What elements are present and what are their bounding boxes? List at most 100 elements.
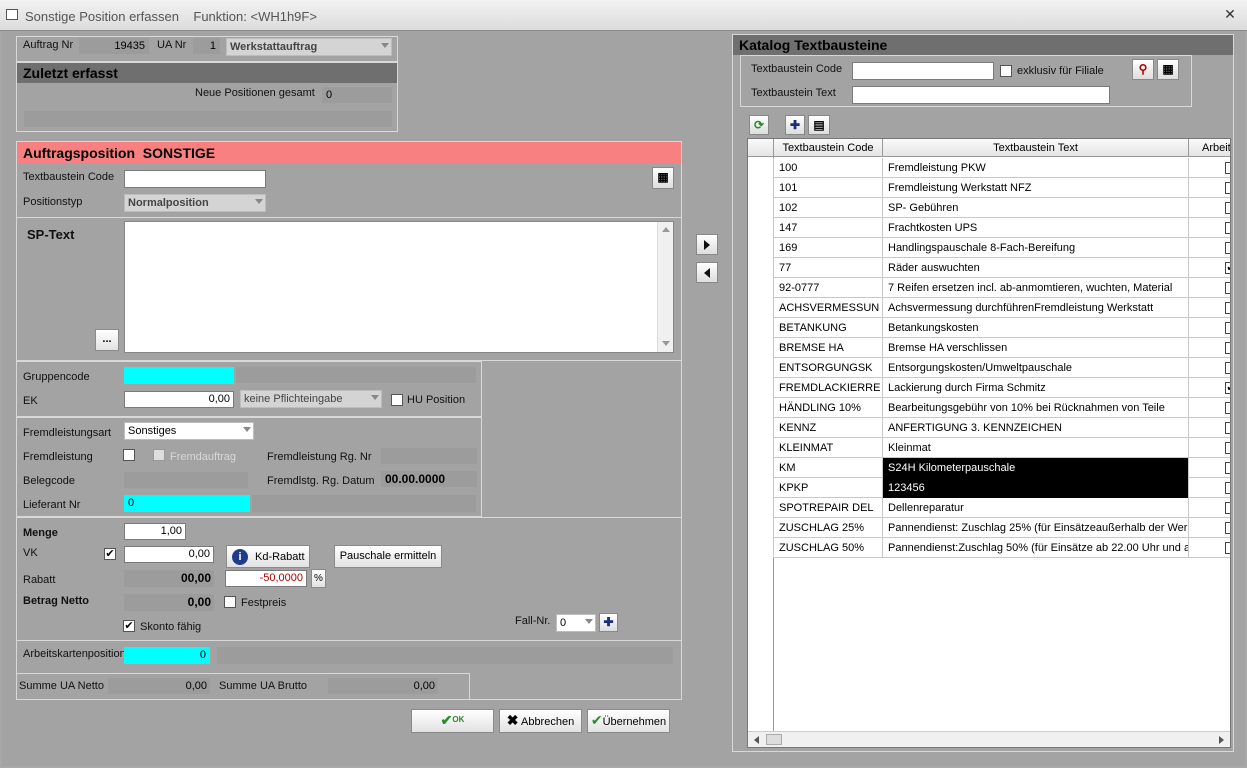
cell-code[interactable]: KENNZ — [774, 418, 883, 438]
cell-text[interactable]: Achsvermessung durchführenFremdleistung … — [883, 298, 1189, 318]
table-row[interactable]: BETANKUNG Betankungskosten — [748, 318, 1230, 338]
fremdauftrag-checkbox[interactable] — [153, 449, 165, 461]
cell-code[interactable]: 169 — [774, 238, 883, 258]
table-row[interactable]: ENTSORGUNGSK Entsorgungskosten/Umweltpaus… — [748, 358, 1230, 378]
akp-input[interactable]: 0 — [124, 647, 210, 664]
arbeit-checkbox[interactable]: ✔ — [1225, 262, 1230, 274]
refresh-button[interactable]: ⟳ — [749, 115, 769, 135]
row-indicator[interactable] — [748, 478, 774, 498]
cell-code[interactable]: ENTSORGUNGSK — [774, 358, 883, 378]
arbeit-checkbox[interactable] — [1225, 522, 1230, 534]
cell-arbeit[interactable] — [1189, 498, 1230, 518]
arbeit-checkbox[interactable] — [1225, 422, 1230, 434]
cell-arbeit[interactable] — [1189, 158, 1230, 178]
cell-code[interactable]: ZUSCHLAG 25% — [774, 518, 883, 538]
arbeit-checkbox[interactable] — [1225, 322, 1230, 334]
arbeit-checkbox[interactable] — [1225, 482, 1230, 494]
cell-arbeit[interactable] — [1189, 478, 1230, 498]
sptext-scrollbar[interactable] — [657, 222, 673, 352]
row-indicator[interactable] — [748, 258, 774, 278]
fall-select[interactable]: 0 — [556, 614, 596, 632]
columns-button[interactable]: ▤ — [808, 115, 830, 135]
ok-button[interactable]: ✔OK — [411, 709, 494, 733]
cell-arbeit[interactable] — [1189, 518, 1230, 538]
cell-text[interactable]: Pannendienst:Zuschlag 50% (für Einsätze … — [883, 538, 1189, 558]
add-button[interactable]: ✚ — [785, 115, 805, 135]
scroll-up-icon[interactable] — [662, 227, 670, 232]
scroll-left-icon[interactable] — [754, 736, 759, 744]
cell-arbeit[interactable] — [1189, 398, 1230, 418]
table-row[interactable]: 92-0777 7 Reifen ersetzen incl. ab-anmomt… — [748, 278, 1230, 298]
row-indicator[interactable] — [748, 338, 774, 358]
table-row[interactable]: 169 Handlingspauschale 8-Fach-Bereifung — [748, 238, 1230, 258]
cell-arbeit[interactable] — [1189, 218, 1230, 238]
table-row[interactable]: ACHSVERMESSUN Achsvermessung durchführenF… — [748, 298, 1230, 318]
cell-text[interactable]: Handlingspauschale 8-Fach-Bereifung — [883, 238, 1189, 258]
cell-text[interactable]: Fremdleistung PKW — [883, 158, 1189, 178]
table-row[interactable]: 77Räder auswuchten ✔ — [748, 258, 1230, 278]
katalog-grid-button[interactable]: ▦ — [1157, 59, 1179, 80]
table-row[interactable]: FREMDLACKIERRE Lackierung durch Firma Sch… — [748, 378, 1230, 398]
arbeit-checkbox[interactable] — [1225, 542, 1230, 554]
scroll-thumb[interactable] — [766, 734, 782, 745]
cell-code[interactable]: BREMSE HA — [774, 338, 883, 358]
table-row[interactable]: KM S24H Kilometerpauschale — [748, 458, 1230, 478]
cell-arbeit[interactable]: ✔ — [1189, 378, 1230, 398]
cell-code[interactable]: HÄNDLING 10% — [774, 398, 883, 418]
cell-text[interactable]: Bearbeitungsgebühr von 10% bei Rücknahme… — [883, 398, 1189, 418]
row-indicator[interactable] — [748, 538, 774, 558]
filter-text-input[interactable] — [852, 86, 1110, 104]
cell-arbeit[interactable] — [1189, 438, 1230, 458]
arbeit-checkbox[interactable] — [1225, 182, 1230, 194]
scroll-down-icon[interactable] — [662, 341, 670, 346]
cell-text[interactable]: Betankungskosten — [883, 318, 1189, 338]
cell-code[interactable]: 92-0777 — [774, 278, 883, 298]
positionstyp-select[interactable]: Normalposition — [124, 194, 266, 212]
sptext-more-button[interactable]: ... — [95, 329, 119, 351]
gruppencode-input[interactable] — [124, 367, 234, 384]
hu-position-checkbox[interactable] — [391, 394, 403, 406]
col-header-code[interactable]: Textbaustein Code — [774, 139, 883, 157]
table-row[interactable]: KENNZ ANFERTIGUNG 3. KENNZEICHEN — [748, 418, 1230, 438]
cell-code[interactable]: 77 — [774, 258, 883, 278]
arbeit-checkbox[interactable] — [1225, 342, 1230, 354]
fremdleistung-checkbox[interactable] — [123, 449, 135, 461]
menge-input[interactable]: 1,00 — [124, 523, 186, 540]
row-indicator[interactable] — [748, 218, 774, 238]
cell-code[interactable]: 101 — [774, 178, 883, 198]
cell-arbeit[interactable] — [1189, 238, 1230, 258]
arbeit-checkbox[interactable] — [1225, 162, 1230, 174]
cell-text[interactable]: Entsorgungskosten/Umweltpauschale — [883, 358, 1189, 378]
code-lookup-button[interactable]: ▦ — [652, 167, 674, 189]
skonto-checkbox[interactable]: ✔ — [123, 620, 135, 632]
row-indicator[interactable] — [748, 318, 774, 338]
table-row[interactable]: KLEINMAT Kleinmat — [748, 438, 1230, 458]
cell-arbeit[interactable] — [1189, 458, 1230, 478]
cell-text[interactable]: ANFERTIGUNG 3. KENNZEICHEN — [883, 418, 1189, 438]
arbeit-checkbox[interactable] — [1225, 222, 1230, 234]
row-indicator[interactable] — [748, 418, 774, 438]
ek-input[interactable]: 0,00 — [124, 391, 234, 408]
cell-text[interactable]: Lackierung durch Firma Schmitz — [883, 378, 1189, 398]
ek-pflicht-select[interactable]: keine Pflichteingabe — [240, 390, 382, 408]
row-indicator[interactable] — [748, 518, 774, 538]
row-indicator[interactable] — [748, 198, 774, 218]
cell-arbeit[interactable] — [1189, 278, 1230, 298]
cell-text[interactable]: SP- Gebühren — [883, 198, 1189, 218]
table-row[interactable]: 101 Fremdleistung Werkstatt NFZ — [748, 178, 1230, 198]
table-row[interactable]: 100 Fremdleistung PKW — [748, 158, 1230, 178]
cell-arbeit[interactable] — [1189, 198, 1230, 218]
cell-code[interactable]: 147 — [774, 218, 883, 238]
arbeit-checkbox[interactable] — [1225, 202, 1230, 214]
arbeit-checkbox[interactable] — [1225, 362, 1230, 374]
cell-text[interactable]: Frachtkosten UPS — [883, 218, 1189, 238]
row-indicator[interactable] — [748, 238, 774, 258]
cell-arbeit[interactable] — [1189, 418, 1230, 438]
cell-text[interactable]: Bremse HA verschlissen — [883, 338, 1189, 358]
cell-text[interactable]: Pannendienst: Zuschlag 25% (für Einsätze… — [883, 518, 1189, 538]
cell-arbeit[interactable] — [1189, 538, 1230, 558]
cell-code[interactable]: KPKP — [774, 478, 883, 498]
col-header-text[interactable]: Textbaustein Text — [883, 139, 1189, 157]
transfer-left-button[interactable] — [696, 262, 718, 283]
row-indicator[interactable] — [748, 278, 774, 298]
